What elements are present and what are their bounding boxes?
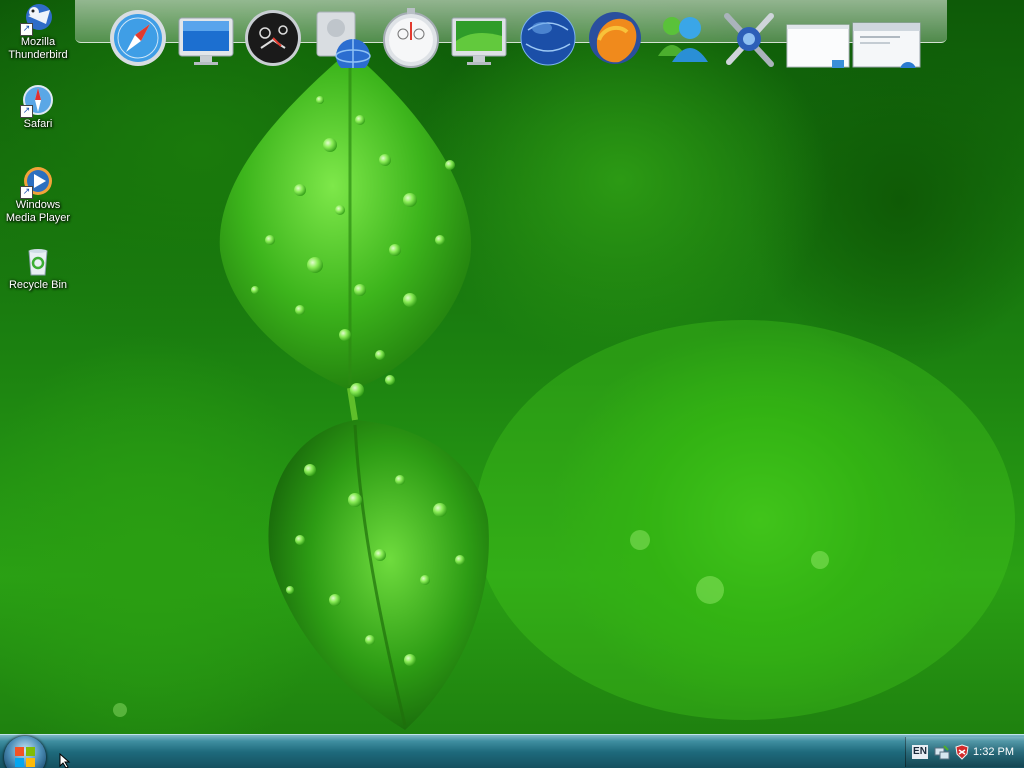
dock-item-messenger[interactable] <box>652 6 712 68</box>
dock-item-desktop-display[interactable] <box>449 6 509 68</box>
clock[interactable]: 1:32 PM <box>973 746 1014 758</box>
desktop[interactable]: ↗ Mozilla Thunderbird ↗ Safari ↗ Windows… <box>0 0 1024 768</box>
desktop-icon-label: Safari <box>23 118 53 130</box>
dock-item-tools[interactable] <box>719 6 779 68</box>
desktop-icon-safari[interactable]: ↗ Safari <box>0 84 76 131</box>
dock-item-imac[interactable] <box>176 6 236 68</box>
shortcut-arrow-icon: ↗ <box>20 186 33 199</box>
dashboard-gauge-icon <box>245 10 301 66</box>
desktop-icon-label: Recycle Bin <box>8 279 68 291</box>
media-player-icon: ↗ <box>20 165 54 199</box>
imac-monitor-icon <box>178 17 234 65</box>
wallpaper-leaves <box>113 50 1015 730</box>
dock-item-dashboard[interactable] <box>243 6 303 68</box>
mouse-cursor-icon <box>59 753 71 768</box>
messenger-buddies-icon <box>658 17 708 62</box>
taskbar: EN 1:32 PM <box>0 734 1024 768</box>
dock-item-stopwatch[interactable] <box>381 6 441 68</box>
security-shield-icon[interactable] <box>954 744 970 760</box>
dock-item-window-1[interactable] <box>786 6 852 68</box>
desktop-icon-label: Mozilla Thunderbird <box>8 36 68 61</box>
window-thumbnail-icon <box>786 24 850 68</box>
start-button[interactable] <box>4 736 46 768</box>
shortcut-arrow-icon: ↗ <box>20 105 33 118</box>
blue-globe-icon <box>520 10 576 66</box>
shortcut-arrow-icon: ↗ <box>20 23 33 36</box>
desktop-display-icon <box>451 17 507 65</box>
desktop-icon-windows-media-player[interactable]: ↗ Windows Media Player <box>0 165 76 225</box>
desktop-icon-label: Windows Media Player <box>5 199 71 224</box>
tools-wrench-icon <box>724 13 774 67</box>
window-thumbnail-icon <box>852 22 921 68</box>
thunderbird-icon: ↗ <box>20 2 54 36</box>
dock-item-safari[interactable] <box>108 6 168 68</box>
system-tray: EN 1:32 PM <box>905 737 1024 767</box>
language-indicator[interactable]: EN <box>912 745 928 759</box>
stopwatch-icon <box>383 8 439 68</box>
recycle-bin-icon <box>22 245 54 277</box>
safari-compass-icon <box>110 10 166 66</box>
network-status-icon[interactable] <box>934 744 950 760</box>
network-drive-icon <box>316 11 371 68</box>
dock-item-globe[interactable] <box>518 6 578 68</box>
desktop-icon-thunderbird[interactable]: ↗ Mozilla Thunderbird <box>0 2 76 62</box>
dock-item-network-drive[interactable] <box>313 6 373 68</box>
windows-logo-icon <box>15 747 35 767</box>
dock-item-firefox[interactable] <box>585 6 645 68</box>
dock-item-window-2[interactable] <box>852 6 922 68</box>
firefox-icon <box>589 12 641 64</box>
desktop-icon-recycle-bin[interactable]: Recycle Bin <box>0 245 76 292</box>
safari-icon: ↗ <box>20 84 54 118</box>
